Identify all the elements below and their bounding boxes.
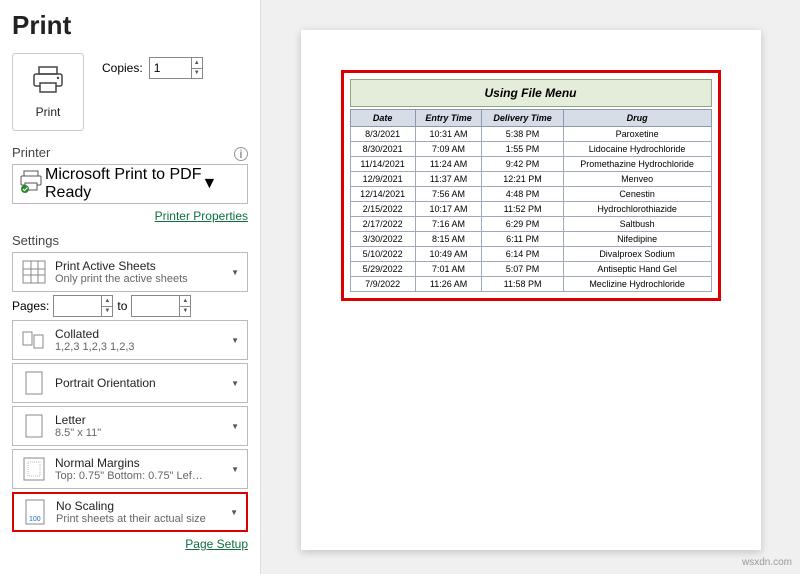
preview-highlight: Using File Menu DateEntry TimeDelivery T… <box>341 70 721 301</box>
svg-text:100: 100 <box>29 516 41 523</box>
portrait-icon <box>19 368 49 398</box>
copies-spinner[interactable]: ▲▼ <box>149 57 203 79</box>
table-row: 2/15/202210:17 AM11:52 PMHydrochlorothia… <box>350 202 711 217</box>
print-button-label: Print <box>36 105 61 119</box>
pages-from-spinner[interactable]: ▲▼ <box>53 295 113 317</box>
table-header: Drug <box>563 110 711 127</box>
table-header: Date <box>350 110 415 127</box>
table-row: 3/30/20228:15 AM6:11 PMNifedipine <box>350 232 711 247</box>
table-row: 7/9/202211:26 AM11:58 PMMeclizine Hydroc… <box>350 277 711 292</box>
printer-status-icon <box>19 170 45 199</box>
margins-dropdown[interactable]: Normal MarginsTop: 0.75" Bottom: 0.75" L… <box>12 449 248 489</box>
table-row: 8/3/202110:31 AM5:38 PMParoxetine <box>350 127 711 142</box>
paper-icon <box>19 411 49 441</box>
margins-icon <box>19 454 49 484</box>
table-header: Delivery Time <box>482 110 563 127</box>
scaling-dropdown[interactable]: 100 No ScalingPrint sheets at their actu… <box>12 492 248 532</box>
copies-input[interactable] <box>149 57 191 79</box>
chevron-down-icon: ▼ <box>201 175 217 193</box>
print-button[interactable]: Print <box>12 53 84 131</box>
collation-dropdown[interactable]: Collated1,2,3 1,2,3 1,2,3 ▼ <box>12 320 248 360</box>
scaling-icon: 100 <box>20 497 50 527</box>
print-what-dropdown[interactable]: Print Active Sheets Only print the activ… <box>12 252 248 292</box>
table-row: 8/30/20217:09 AM1:55 PMLidocaine Hydroch… <box>350 142 711 157</box>
copies-up[interactable]: ▲ <box>192 58 202 69</box>
table-row: 2/17/20227:16 AM6:29 PMSaltbush <box>350 217 711 232</box>
pages-label: Pages: <box>12 299 49 313</box>
chevron-down-icon: ▼ <box>229 465 241 474</box>
chevron-down-icon: ▼ <box>228 508 240 517</box>
collated-icon <box>19 325 49 355</box>
preview-title: Using File Menu <box>350 79 712 107</box>
chevron-down-icon: ▼ <box>229 379 241 388</box>
pages-from[interactable] <box>53 295 101 317</box>
print-preview-area: Using File Menu DateEntry TimeDelivery T… <box>260 0 800 574</box>
pages-to-spinner[interactable]: ▲▼ <box>131 295 191 317</box>
printer-status: Ready <box>45 184 201 202</box>
copies-label: Copies: <box>102 61 143 75</box>
active-sheets-icon <box>19 257 49 287</box>
table-header: Entry Time <box>415 110 482 127</box>
pages-to-label: to <box>117 299 127 313</box>
preview-page: Using File Menu DateEntry TimeDelivery T… <box>301 30 761 550</box>
orientation-dropdown[interactable]: Portrait Orientation ▼ <box>12 363 248 403</box>
chevron-down-icon: ▼ <box>229 268 241 277</box>
pages-to[interactable] <box>131 295 179 317</box>
print-settings-panel: Print Print Copies: ▲▼ Printer i <box>0 0 260 574</box>
info-icon[interactable]: i <box>234 147 248 161</box>
table-row: 5/29/20227:01 AM5:07 PMAntiseptic Hand G… <box>350 262 711 277</box>
preview-table: DateEntry TimeDelivery TimeDrug 8/3/2021… <box>350 109 712 292</box>
watermark: wsxdn.com <box>742 557 792 568</box>
printer-section-label: Printer i <box>12 145 248 160</box>
table-row: 12/14/20217:56 AM4:48 PMCenestin <box>350 187 711 202</box>
chevron-down-icon: ▼ <box>229 336 241 345</box>
table-row: 5/10/202210:49 AM6:14 PMDivalproex Sodiu… <box>350 247 711 262</box>
printer-icon <box>32 66 64 99</box>
printer-name: Microsoft Print to PDF <box>45 166 201 184</box>
page-setup-link[interactable]: Page Setup <box>185 537 248 551</box>
chevron-down-icon: ▼ <box>229 422 241 431</box>
settings-section-label: Settings <box>12 233 248 248</box>
table-row: 12/9/202111:37 AM12:21 PMMenveo <box>350 172 711 187</box>
paper-size-dropdown[interactable]: Letter8.5" x 11" ▼ <box>12 406 248 446</box>
printer-properties-link[interactable]: Printer Properties <box>155 209 248 223</box>
printer-dropdown[interactable]: Microsoft Print to PDF Ready ▼ <box>12 164 248 204</box>
table-row: 11/14/202111:24 AM9:42 PMPromethazine Hy… <box>350 157 711 172</box>
copies-down[interactable]: ▼ <box>192 69 202 79</box>
page-title: Print <box>12 10 248 41</box>
pages-range: Pages: ▲▼ to ▲▼ <box>12 295 248 317</box>
